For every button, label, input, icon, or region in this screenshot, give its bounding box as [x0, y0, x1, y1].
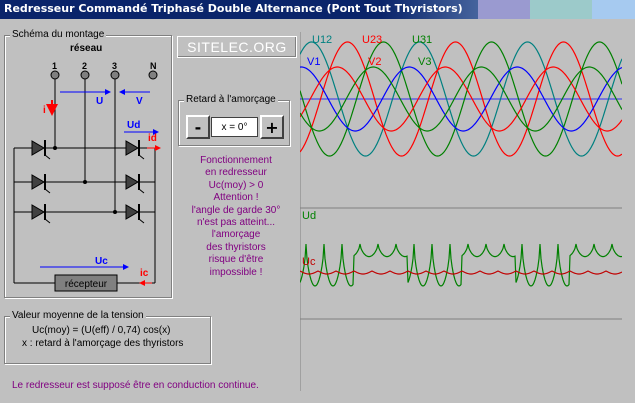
label-u12: U12 — [312, 34, 333, 46]
average-formula: Uc(moy) = (U(eff) / 0,74) cos(x) — [32, 325, 171, 336]
terminal-n-label: N — [150, 61, 157, 71]
message-line: Attention ! — [213, 192, 259, 204]
warning-message: Fonctionnement en redresseur Uc(moy) > 0… — [178, 155, 294, 279]
terminal-2 — [80, 70, 90, 80]
terminal-3 — [110, 70, 120, 80]
angle-display: x = 0° — [211, 117, 258, 137]
label-u31: U31 — [412, 34, 433, 46]
retard-group-label: Retard à l'amorçage — [184, 94, 278, 105]
site-logo[interactable]: SITELEC.ORG — [177, 36, 297, 58]
message-line: Fonctionnement — [200, 155, 272, 166]
decrease-angle-button[interactable]: - — [186, 115, 210, 139]
thyristor-right-1 — [125, 140, 145, 160]
title-strip — [592, 0, 635, 19]
increase-angle-button[interactable]: + — [260, 115, 284, 139]
label-ud-trace: Ud — [302, 210, 317, 222]
waveform-plot — [300, 32, 622, 391]
label-v1: V1 — [307, 56, 321, 68]
message-line: l'angle de garde 30° — [191, 204, 281, 216]
thyristor-left-3 — [31, 204, 51, 224]
label-u23: U23 — [362, 34, 383, 46]
label-ud: Ud — [127, 120, 140, 131]
circuit-diagram: réseau 1 2 3 N i U V Ud id Uc ic récepte… — [13, 43, 161, 292]
title-strip — [478, 0, 530, 19]
average-group-label: Valeur moyenne de la tension — [10, 310, 146, 321]
thyristor-right-2 — [125, 174, 145, 194]
message-line: n'est pas atteint... — [196, 217, 276, 229]
label-id: id — [148, 133, 157, 144]
label-ic: ic — [140, 268, 149, 279]
terminal-2-label: 2 — [82, 61, 87, 71]
thyristor-right-3 — [125, 204, 145, 224]
thyristor-left-2 — [31, 174, 51, 194]
footer-note: Le redresseur est supposé être en conduc… — [12, 380, 259, 391]
message-line: Uc(moy) > 0 — [208, 179, 264, 191]
message-line: impossible ! — [209, 266, 263, 278]
title-strip — [530, 0, 592, 19]
terminal-n — [148, 70, 158, 80]
thyristor-left-1 — [31, 140, 51, 160]
trace-ud — [300, 243, 622, 287]
oscilloscope-panel: U12 U23 U31 V1 V2 V3 Ud Uc — [300, 32, 622, 391]
label-uc-trace: Uc — [302, 256, 316, 268]
terminal-1 — [50, 70, 60, 80]
label-i: i — [43, 105, 46, 116]
reseau-label: réseau — [70, 43, 102, 54]
average-note: x : retard à l'amorçage des thyristors — [22, 338, 184, 349]
terminal-1-label: 1 — [52, 61, 57, 71]
label-v3: V3 — [418, 56, 432, 68]
message-line: des thyristors — [206, 241, 266, 253]
message-line: l'amorçage — [211, 229, 261, 241]
terminal-3-label: 3 — [112, 61, 117, 71]
message-line: risque d'être — [208, 254, 264, 266]
label-v: V — [136, 96, 143, 107]
load-label: récepteur — [65, 279, 108, 290]
label-u: U — [96, 96, 103, 107]
label-v2: V2 — [368, 56, 382, 68]
label-uc: Uc — [95, 256, 108, 267]
message-line: en redresseur — [205, 167, 267, 179]
